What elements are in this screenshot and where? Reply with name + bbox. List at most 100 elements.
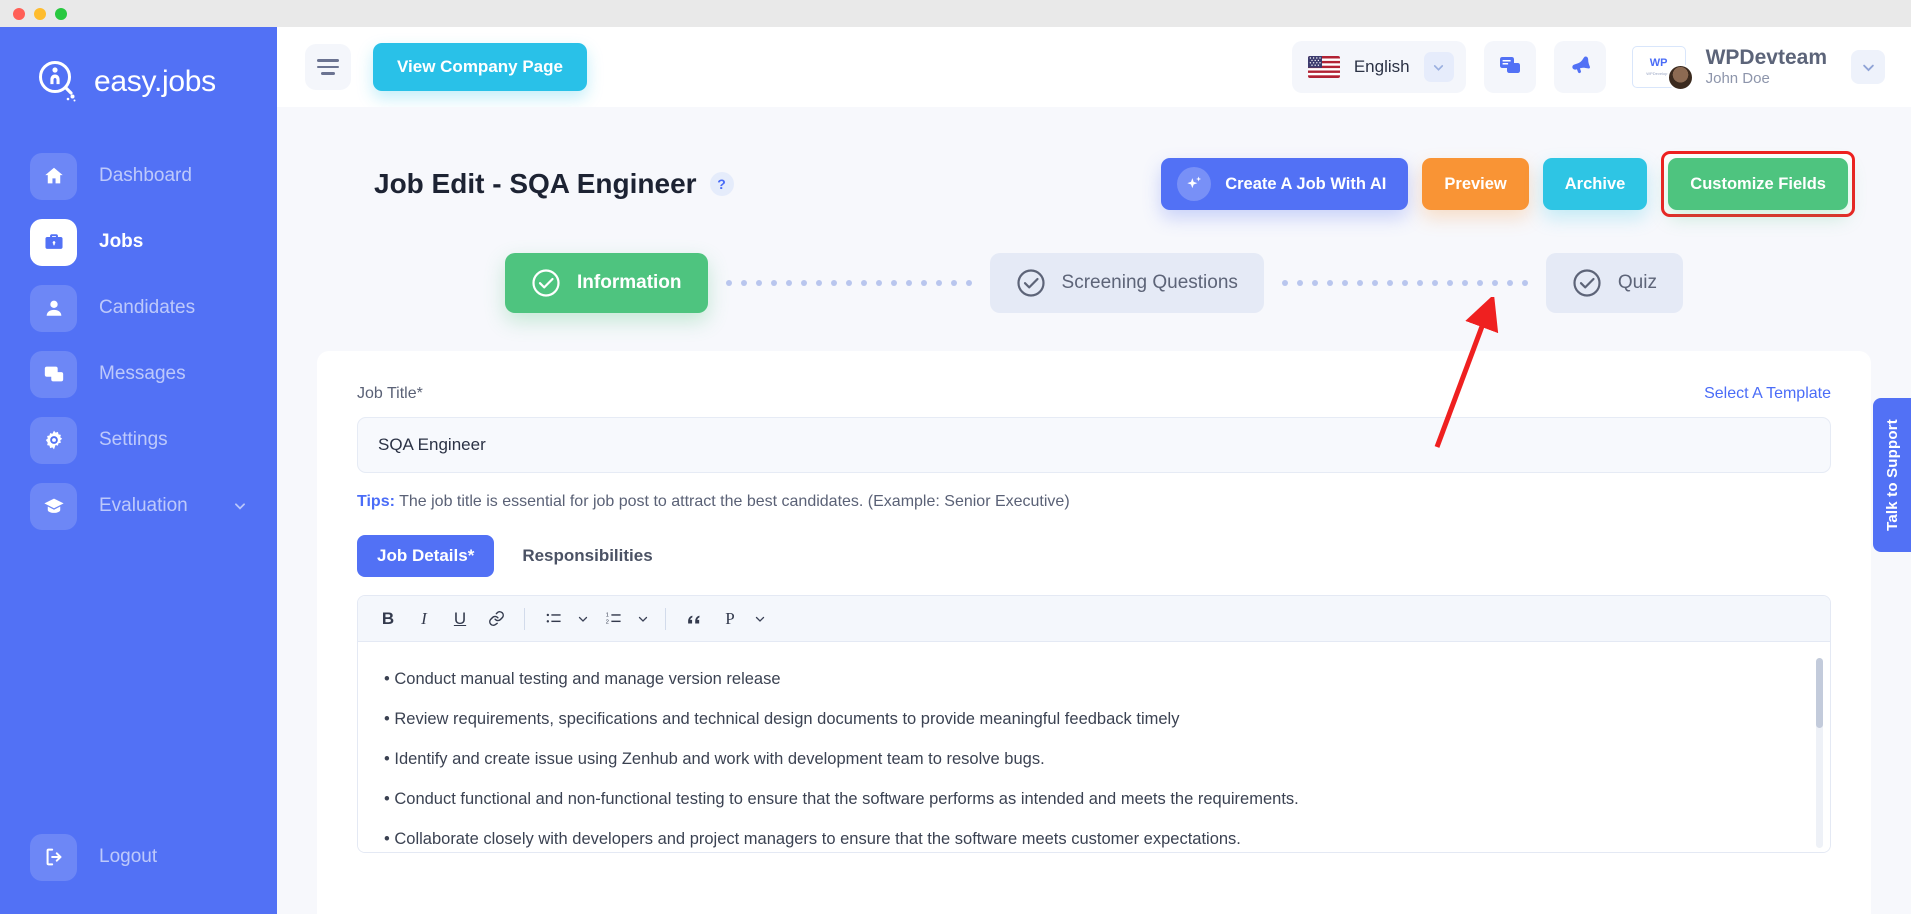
blockquote-icon[interactable]	[678, 603, 710, 635]
bold-icon[interactable]: B	[372, 603, 404, 635]
view-company-page-button[interactable]: View Company Page	[373, 43, 587, 91]
italic-icon[interactable]: I	[408, 603, 440, 635]
main-content: Job Edit - SQA Engineer ? Create A Job W…	[277, 107, 1911, 914]
announcements-button[interactable]	[1553, 41, 1606, 93]
language-selector[interactable]: English	[1291, 41, 1466, 93]
sidebar-item-label: Candidates	[99, 297, 196, 318]
sidebar: easy.jobs Dashboard Jobs Candidates Mess…	[0, 27, 277, 914]
topbar: View Company Page English WP WPDeveloper…	[277, 27, 1911, 107]
sparkle-icon	[1177, 167, 1212, 201]
minimize-window-button[interactable]	[34, 7, 46, 20]
bullet-list-chevron-down-icon[interactable]	[573, 604, 593, 634]
language-value: English	[1353, 57, 1410, 76]
sidebar-item-candidates[interactable]: Candidates	[0, 275, 277, 341]
profile-menu[interactable]: WP WPDeveloper WPDevteam John Doe	[1631, 43, 1885, 91]
customize-fields-button[interactable]: Customize Fields	[1668, 158, 1848, 210]
page-title: Job Edit - SQA Engineer	[374, 168, 697, 199]
customize-fields-highlight: Customize Fields	[1661, 151, 1855, 217]
sidebar-item-label: Settings	[99, 429, 168, 450]
logout-icon	[30, 833, 77, 881]
hamburger-icon[interactable]	[305, 44, 351, 90]
brand-name: easy.jobs	[94, 65, 216, 98]
chat-icon	[1498, 53, 1522, 82]
sidebar-item-settings[interactable]: Settings	[0, 407, 277, 473]
editor-line: • Conduct functional and non-functional …	[384, 789, 1299, 808]
editor-scrollbar-thumb[interactable]	[1816, 658, 1823, 728]
editor-toolbar: B I U 12 P	[358, 596, 1830, 642]
maximize-window-button[interactable]	[55, 7, 67, 20]
page-actions: Create A Job With AI Preview Archive Cus…	[1161, 151, 1855, 217]
sidebar-item-jobs[interactable]: Jobs	[0, 209, 277, 275]
step-connector	[708, 280, 990, 286]
paragraph-format-chevron-down-icon[interactable]	[750, 604, 770, 634]
svg-text:2: 2	[605, 619, 608, 625]
check-circle-icon	[1572, 268, 1602, 298]
create-job-with-ai-button[interactable]: Create A Job With AI	[1161, 158, 1409, 210]
sidebar-item-logout[interactable]: Logout	[0, 824, 277, 890]
sidebar-item-label: Messages	[99, 363, 186, 384]
underline-icon[interactable]: U	[444, 603, 476, 635]
chevron-down-icon[interactable]	[1851, 50, 1885, 84]
profile-org-name: WPDevteam	[1705, 46, 1827, 70]
job-title-row: Job Title* Select A Template	[357, 385, 1831, 403]
numbered-list-chevron-down-icon[interactable]	[633, 604, 653, 634]
toolbar-divider	[524, 607, 525, 630]
home-icon	[30, 152, 77, 200]
sidebar-item-messages[interactable]: Messages	[0, 341, 277, 407]
avatar-photo	[1666, 64, 1694, 91]
toolbar-divider	[665, 607, 666, 630]
bullet-list-icon[interactable]	[537, 603, 569, 635]
stepper: Information Screening Questions Quiz	[277, 253, 1911, 313]
avatar-logo-text: WP	[1649, 57, 1668, 69]
archive-button[interactable]: Archive	[1542, 158, 1648, 210]
sidebar-nav: Dashboard Jobs Candidates Messages Setti…	[0, 143, 277, 539]
job-title-tips: Tips: The job title is essential for job…	[357, 493, 1831, 511]
editor-content[interactable]: • Conduct manual testing and manage vers…	[358, 642, 1830, 852]
us-flag-icon	[1307, 56, 1340, 78]
step-quiz[interactable]: Quiz	[1545, 253, 1683, 313]
app-window: easy.jobs Dashboard Jobs Candidates Mess…	[0, 0, 1911, 914]
preview-button[interactable]: Preview	[1422, 158, 1529, 210]
step-connector	[1264, 280, 1546, 286]
numbered-list-icon[interactable]: 12	[597, 603, 629, 635]
graduation-cap-icon	[30, 482, 77, 530]
job-form-card: Job Title* Select A Template Tips: The j…	[317, 351, 1871, 914]
step-label: Screening Questions	[1061, 272, 1238, 293]
step-label: Information	[577, 272, 682, 293]
editor-line: • Conduct manual testing and manage vers…	[384, 670, 781, 688]
rich-text-editor: B I U 12 P • Conduct manual testing and …	[357, 595, 1831, 853]
talk-to-support-button[interactable]: Talk to Support	[1873, 398, 1911, 552]
sidebar-item-evaluation[interactable]: Evaluation	[0, 473, 277, 539]
briefcase-icon	[30, 218, 77, 266]
job-title-input[interactable]	[357, 417, 1831, 473]
chevron-down-icon[interactable]	[1423, 52, 1454, 82]
easyjobs-logo-icon	[36, 59, 82, 105]
sidebar-item-dashboard[interactable]: Dashboard	[0, 143, 277, 209]
editor-line: • Review requirements, specifications an…	[384, 709, 1180, 728]
brand-logo[interactable]: easy.jobs	[0, 43, 277, 105]
step-screening-questions[interactable]: Screening Questions	[989, 253, 1264, 313]
create-job-with-ai-label: Create A Job With AI	[1225, 174, 1387, 193]
sidebar-item-label: Dashboard	[99, 165, 192, 186]
tips-prefix: Tips:	[357, 493, 395, 510]
help-icon[interactable]: ?	[709, 172, 734, 196]
editor-line: • Collaborate closely with developers an…	[384, 829, 1241, 848]
step-information[interactable]: Information	[505, 253, 708, 313]
chat-icon	[30, 350, 77, 398]
editor-line: • Identify and create issue using Zenhub…	[384, 749, 1045, 768]
select-template-link[interactable]: Select A Template	[1704, 385, 1831, 403]
tab-responsibilities[interactable]: Responsibilities	[502, 535, 672, 577]
messages-button[interactable]	[1483, 41, 1536, 93]
svg-text:1: 1	[605, 612, 608, 618]
link-icon[interactable]	[480, 603, 512, 635]
close-window-button[interactable]	[13, 7, 25, 20]
check-circle-icon	[531, 268, 561, 298]
sidebar-item-label: Logout	[99, 846, 158, 867]
chevron-down-icon[interactable]	[233, 499, 247, 513]
tab-job-details[interactable]: Job Details*	[357, 535, 495, 577]
job-title-label: Job Title*	[357, 385, 423, 402]
sidebar-item-label: Jobs	[99, 231, 144, 252]
megaphone-icon	[1568, 53, 1592, 82]
step-label: Quiz	[1617, 272, 1657, 293]
paragraph-format-icon[interactable]: P	[714, 603, 746, 635]
